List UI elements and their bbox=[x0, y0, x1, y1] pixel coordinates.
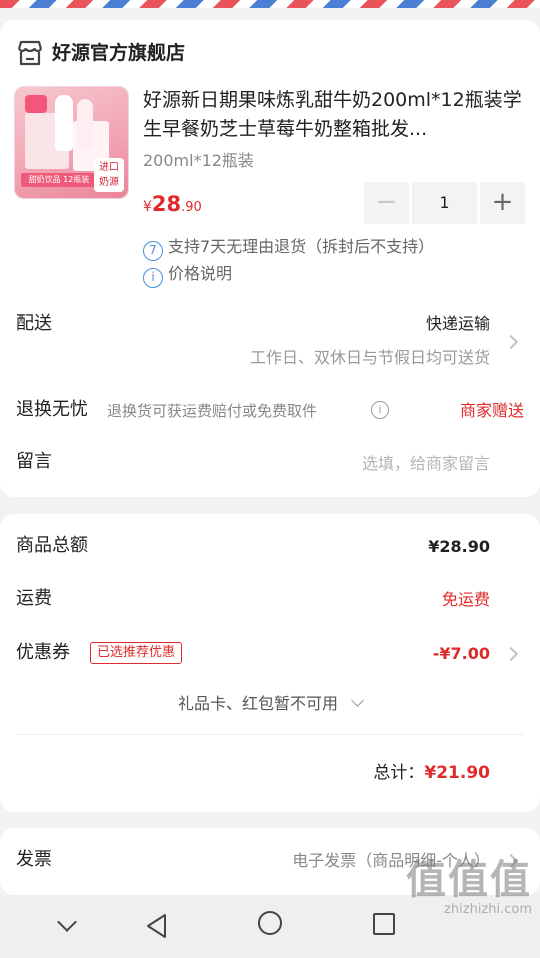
thumb-tag-line1: 进口 bbox=[99, 162, 119, 173]
return-worry-free-desc: 退换货可获运费赔付或免费取件 bbox=[107, 402, 318, 420]
coupon-chevron-icon[interactable] bbox=[503, 646, 519, 662]
store-name[interactable]: 好源官方旗舰店 bbox=[52, 40, 185, 66]
gift-card-toggle[interactable]: 礼品卡、红包暂不可用 bbox=[0, 692, 540, 716]
info-icon: i bbox=[143, 268, 163, 288]
return-policy-text: 支持7天无理由退货（拆封后不支持） bbox=[168, 237, 435, 256]
shipping-label: 运费 bbox=[16, 588, 52, 609]
delivery-method[interactable]: 快递运输 bbox=[426, 312, 490, 336]
order-total: 总计：¥21.90 bbox=[373, 760, 490, 786]
back-icon[interactable] bbox=[145, 913, 169, 939]
message-label: 留言 bbox=[16, 451, 52, 472]
return-policy[interactable]: 7 支持7天无理由退货（拆封后不支持） bbox=[143, 236, 435, 261]
info-icon[interactable]: i bbox=[371, 401, 389, 419]
watermark-url: zhizhizhi.com bbox=[444, 902, 532, 917]
product-price: ¥28.90 bbox=[143, 190, 202, 222]
shipping-value: 免运费 bbox=[441, 590, 490, 609]
watermark-logo: 值值值 bbox=[406, 857, 532, 903]
goods-total-label: 商品总额 bbox=[16, 535, 88, 556]
coupon-label: 优惠券 bbox=[16, 642, 70, 663]
gift-card-note: 礼品卡、红包暂不可用 bbox=[177, 694, 338, 713]
price-currency: ¥ bbox=[143, 199, 152, 215]
home-icon[interactable] bbox=[258, 911, 282, 935]
total-label: 总计： bbox=[373, 763, 425, 783]
thumb-tag-line2: 奶源 bbox=[99, 177, 119, 188]
quantity-stepper: − 1 + bbox=[364, 182, 525, 224]
divider bbox=[16, 734, 524, 735]
price-explanation-text: 价格说明 bbox=[168, 264, 233, 283]
thumb-tag: 进口 奶源 bbox=[94, 158, 124, 192]
chevron-down-icon bbox=[351, 694, 364, 707]
delivery-label: 配送 bbox=[16, 313, 52, 334]
price-integer: 28 bbox=[151, 192, 182, 216]
watermark: 值值值 zhizhizhi.com bbox=[392, 858, 532, 918]
product-title[interactable]: 好源新日期果味炼乳甜牛奶200ml*12瓶装学生早餐奶芝士草莓牛奶整箱批发... bbox=[143, 86, 523, 144]
price-summary-card: 商品总额 ¥28.90 运费 免运费 优惠券 已选推荐优惠 -¥7.00 礼品卡… bbox=[0, 514, 540, 812]
order-card: 好源官方旗舰店 甜奶饮品 12瓶装 进口 奶源 好源新日期果味炼乳甜牛奶200m… bbox=[0, 20, 540, 497]
quantity-value[interactable]: 1 bbox=[412, 182, 477, 224]
invoice-label: 发票 bbox=[16, 849, 52, 870]
store-icon bbox=[17, 40, 43, 66]
collapse-icon[interactable] bbox=[57, 912, 77, 932]
thumb-banner: 甜奶饮品 12瓶装 bbox=[21, 173, 97, 187]
decrease-button[interactable]: − bbox=[364, 182, 409, 224]
product-thumbnail[interactable]: 甜奶饮品 12瓶装 进口 奶源 bbox=[14, 86, 129, 199]
message-input[interactable]: 选填，给商家留言 bbox=[362, 452, 490, 476]
return-worry-free-value: 商家赠送 bbox=[459, 401, 524, 420]
price-decimal: .90 bbox=[181, 200, 202, 215]
delivery-chevron-icon[interactable] bbox=[503, 334, 519, 350]
product-spec[interactable]: 200ml*12瓶装 bbox=[143, 150, 254, 172]
total-value: ¥21.90 bbox=[424, 763, 490, 783]
seven-day-return-icon: 7 bbox=[143, 241, 163, 261]
coupon-value[interactable]: -¥7.00 bbox=[433, 642, 490, 666]
delivery-note: 工作日、双休日与节假日均可送货 bbox=[249, 348, 490, 367]
coupon-badge: 已选推荐优惠 bbox=[90, 642, 183, 664]
return-worry-free-label: 退换无忧 bbox=[16, 399, 88, 420]
goods-total-value: ¥28.90 bbox=[428, 537, 490, 556]
price-explanation[interactable]: i 价格说明 bbox=[143, 263, 233, 288]
airmail-stripe bbox=[0, 0, 540, 8]
increase-button[interactable]: + bbox=[480, 182, 525, 224]
